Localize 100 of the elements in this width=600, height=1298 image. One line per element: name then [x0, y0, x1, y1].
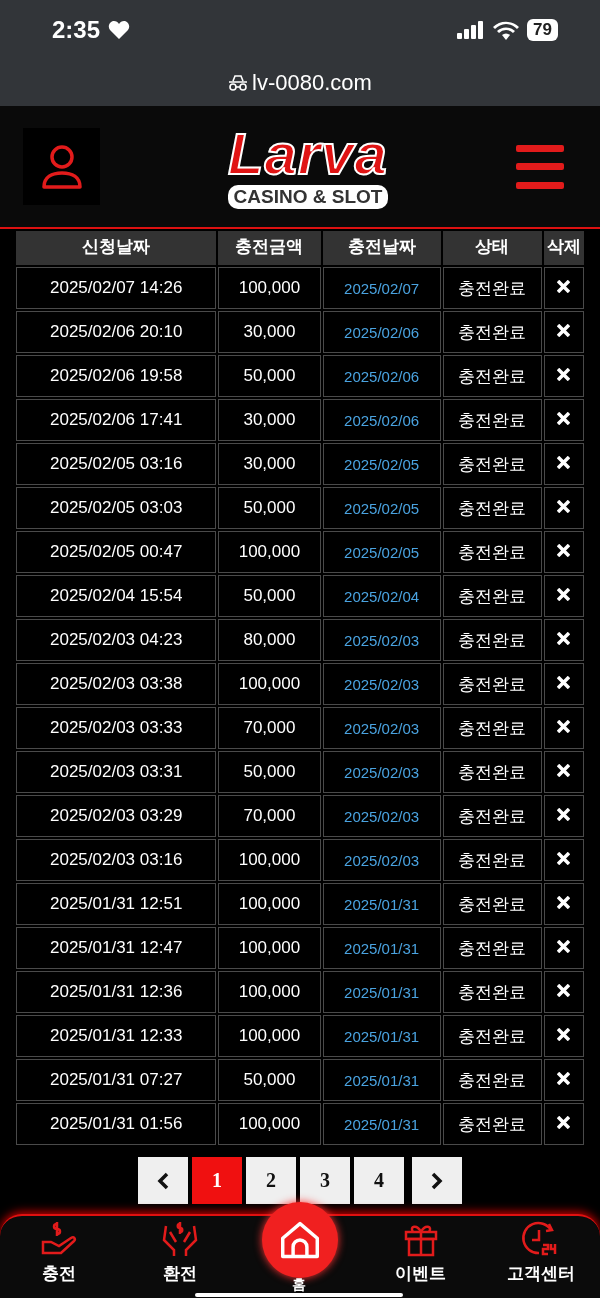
close-icon: [557, 896, 571, 909]
table-cell: 2025/01/31 01:56: [16, 1103, 217, 1145]
table-cell: 100,000: [218, 663, 321, 705]
chevron-left-icon: [157, 1171, 169, 1190]
logo-subtitle: CASINO & SLOT: [227, 184, 389, 209]
column-header: 신청날짜: [16, 231, 217, 265]
close-icon: [557, 456, 571, 469]
table-cell: 2025/01/31: [322, 1059, 441, 1101]
page-button[interactable]: 3: [300, 1157, 350, 1204]
menu-icon: [516, 144, 564, 189]
table-cell: 2025/01/31 07:27: [16, 1059, 217, 1101]
table-cell: 2025/02/03: [322, 751, 441, 793]
table-cell: 2025/02/04: [322, 575, 441, 617]
close-icon: [557, 720, 571, 733]
nav-item[interactable]: 환전: [134, 1216, 225, 1298]
table-cell: 충전완료: [442, 1059, 542, 1101]
nav-item[interactable]: 고객센터: [496, 1216, 586, 1298]
table-cell: 2025/02/03: [322, 839, 441, 881]
table-cell: 충전완료: [442, 1015, 542, 1057]
battery-level: 79: [527, 19, 558, 41]
close-icon: [557, 632, 571, 645]
table-cell: 충전완료: [442, 531, 542, 573]
table-cell: 50,000: [218, 575, 321, 617]
table-cell: 2025/02/05: [322, 443, 441, 485]
home-icon: [280, 1221, 320, 1259]
table-cell: 충전완료: [442, 927, 542, 969]
table-cell: 70,000: [218, 795, 321, 837]
nav-label[interactable]: 홈: [292, 1276, 306, 1294]
table-cell: 2025/02/06 17:41: [16, 399, 217, 441]
logo-title: Larva: [228, 124, 388, 183]
table-cell: 2025/01/31 12:36: [16, 971, 217, 1013]
table-cell: 2025/02/03 03:38: [16, 663, 217, 705]
user-button[interactable]: [23, 128, 100, 205]
table-cell: 100,000: [218, 1103, 321, 1145]
table-cell: 2025/01/31: [322, 883, 441, 925]
table-cell: 충전완료: [442, 311, 542, 353]
table-cell: 2025/02/06: [322, 311, 441, 353]
close-icon: [557, 588, 571, 601]
close-icon: [557, 1116, 571, 1129]
chevron-right-icon: [431, 1171, 443, 1190]
table-cell: 2025/01/31: [322, 971, 441, 1013]
column-header: 상태: [442, 231, 542, 265]
table-cell: 충전완료: [442, 971, 542, 1013]
menu-button[interactable]: [516, 144, 564, 189]
table-cell: 100,000: [218, 839, 321, 881]
signal-icon: [457, 21, 486, 39]
table-cell: 2025/02/05 00:47: [16, 531, 217, 573]
table-cell: 충전완료: [442, 883, 542, 925]
close-icon: [557, 984, 571, 997]
table-cell: 2025/02/03 03:33: [16, 707, 217, 749]
table-cell: 2025/02/07 14:26: [16, 267, 217, 309]
close-icon: [557, 368, 571, 381]
nav-item[interactable]: 충전: [14, 1216, 104, 1298]
close-icon: [557, 1028, 571, 1041]
table-cell: 2025/02/06: [322, 355, 441, 397]
previous-page-button[interactable]: [138, 1157, 188, 1204]
page-button[interactable]: 2: [246, 1157, 296, 1204]
close-icon: [557, 500, 571, 513]
heart-icon: [108, 20, 131, 40]
table-cell: 2025/02/04 15:54: [16, 575, 217, 617]
table-cell: 2025/01/31: [322, 1015, 441, 1057]
next-page-button[interactable]: [412, 1157, 462, 1204]
table-cell: 충전완료: [442, 575, 542, 617]
table-cell: 충전완료: [442, 751, 542, 793]
page-button[interactable]: 4: [354, 1157, 404, 1204]
table-cell: 70,000: [218, 707, 321, 749]
table-cell: 2025/02/05: [322, 531, 441, 573]
table-cell: 100,000: [218, 971, 321, 1013]
table-cell: 30,000: [218, 443, 321, 485]
table-cell: 충전완료: [442, 619, 542, 661]
table-cell: 2025/02/03 03:16: [16, 839, 217, 881]
close-icon: [557, 412, 571, 425]
url-text[interactable]: lv-0080.com: [252, 70, 372, 96]
table-cell: 2025/02/03 04:23: [16, 619, 217, 661]
table-cell: 50,000: [218, 751, 321, 793]
table-cell: 2025/02/06 19:58: [16, 355, 217, 397]
nav-item[interactable]: 이벤트: [375, 1216, 466, 1298]
table-cell: 100,000: [218, 267, 321, 309]
close-icon: [557, 676, 571, 689]
table-cell: 2025/02/03: [322, 619, 441, 661]
user-icon: [40, 143, 83, 190]
page-button[interactable]: 1: [192, 1157, 242, 1204]
table-cell: 2025/02/07: [322, 267, 441, 309]
close-icon: [557, 764, 571, 777]
home-button[interactable]: [262, 1202, 338, 1278]
table-cell: 2025/02/05 03:03: [16, 487, 217, 529]
table-cell: 충전완료: [442, 839, 542, 881]
table-cell: 2025/01/31: [322, 927, 441, 969]
table-cell: 80,000: [218, 619, 321, 661]
table-cell: 2025/01/31: [322, 1103, 441, 1145]
column-header: 충전날짜: [322, 231, 441, 265]
table-cell: 충전완료: [442, 443, 542, 485]
table-cell: 충전완료: [442, 355, 542, 397]
table-cell: 30,000: [218, 399, 321, 441]
table-cell: 30,000: [218, 311, 321, 353]
close-icon: [557, 280, 571, 293]
table-cell: 2025/02/06: [322, 399, 441, 441]
close-icon: [557, 544, 571, 557]
table-cell: 충전완료: [442, 707, 542, 749]
table-cell: 충전완료: [442, 1103, 542, 1145]
